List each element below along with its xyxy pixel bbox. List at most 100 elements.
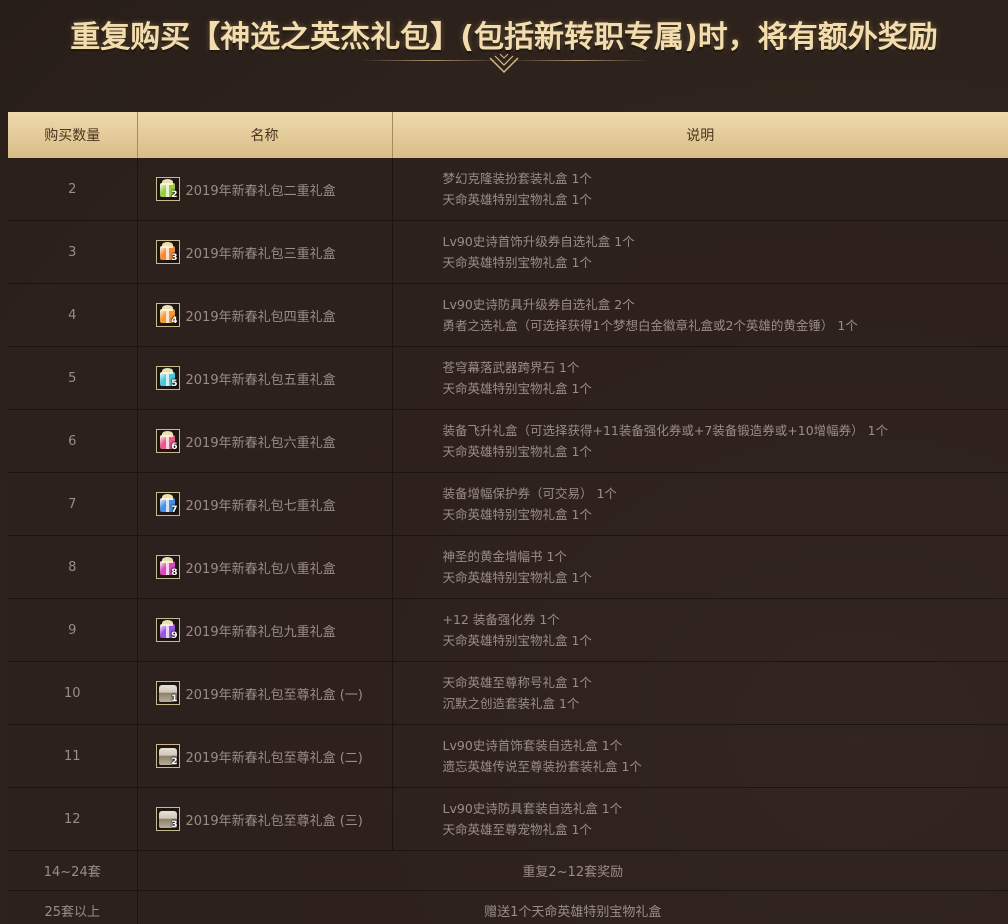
icon-ribbon-shape (165, 372, 169, 386)
column-header-quantity: 购买数量 (8, 112, 138, 158)
column-header-description: 说明 (392, 112, 1008, 158)
icon-ribbon-shape (165, 183, 169, 197)
row-description-content: Lv90史诗首饰升级券自选礼盒 1个 天命英雄特别宝物礼盒 1个 (393, 231, 1008, 273)
row-description-content: 装备飞升礼盒（可选择获得+11装备强化券或+7装备锻造券或+10增幅券） 1个天… (393, 420, 1008, 462)
description-line: 遗忘英雄传说至尊装扮套装礼盒 1个 (442, 759, 642, 774)
column-header-name: 名称 (137, 112, 393, 158)
row-item-name: 2019年新春礼包六重礼盒 (185, 435, 336, 451)
row-description-cell: Lv90史诗首饰套装自选礼盒 1个遗忘英雄传说至尊装扮套装礼盒 1个 (392, 724, 1008, 788)
row-name-cell: 2 2019年新春礼包至尊礼盒 (二) (137, 724, 393, 788)
description-line: +12 装备强化券 1个 (442, 612, 560, 627)
row-description-content: +12 装备强化券 1个天命英雄特别宝物礼盒 1个 (393, 609, 1008, 651)
row-name-content: 2 2019年新春礼包至尊礼盒 (二) (138, 744, 392, 768)
table-row: 8 8 2019年新春礼包八重礼盒 神圣的黄金增幅书 1个 天命英雄特别宝物礼盒 1个 (8, 535, 1008, 599)
description-line: 苍穹幕落武器跨界石 1个 (442, 360, 580, 375)
gift-orange-icon[interactable]: 4 (155, 303, 180, 327)
table-row: 9 9 2019年新春礼包九重礼盒 +12 装备强化券 1个天命英雄特别宝物礼盒 1个 (8, 598, 1008, 662)
row-name-content: 2 2019年新春礼包二重礼盒 (138, 177, 392, 201)
row-description-cell: 装备飞升礼盒（可选择获得+11装备强化券或+7装备锻造券或+10增幅券） 1个天… (392, 409, 1008, 473)
row-name-cell: 3 2019年新春礼包三重礼盒 (137, 220, 393, 284)
description-line: 天命英雄至尊称号礼盒 1个 (442, 675, 592, 690)
row-name-content: 5 2019年新春礼包五重礼盒 (138, 366, 392, 390)
table-row: 3 3 2019年新春礼包三重礼盒 Lv90史诗首饰升级券自选礼盒 1个 天命英雄特别宝… (8, 220, 1008, 284)
gift-pink-icon[interactable]: 6 (155, 429, 180, 453)
row-item-name: 2019年新春礼包七重礼盒 (185, 498, 336, 514)
icon-badge-number: 9 (171, 631, 178, 641)
description-line: 天命英雄特别宝物礼盒 1个 (442, 381, 592, 396)
row-name-cell: 2 2019年新春礼包二重礼盒 (137, 158, 393, 221)
description-line: 装备飞升礼盒（可选择获得+11装备强化券或+7装备锻造券或+10增幅券） 1个 (442, 423, 889, 438)
row-description-cell: +12 装备强化券 1个天命英雄特别宝物礼盒 1个 (392, 598, 1008, 662)
row-description-cell: Lv90史诗首饰升级券自选礼盒 1个 天命英雄特别宝物礼盒 1个 (392, 220, 1008, 284)
description-line: 天命英雄特别宝物礼盒 1个 (442, 255, 592, 270)
icon-badge-number: 1 (171, 694, 178, 704)
row-description-content: 天命英雄至尊称号礼盒 1个 沉默之创造套装礼盒 1个 (393, 672, 1008, 714)
row-item-name: 2019年新春礼包八重礼盒 (185, 561, 336, 577)
icon-badge-number: 2 (171, 757, 178, 767)
title-divider-right (505, 60, 650, 61)
row-quantity: 6 (8, 409, 138, 473)
gift-orange-icon[interactable]: 3 (155, 240, 180, 264)
icon-ribbon-shape (165, 624, 169, 638)
row-quantity: 12 (8, 787, 138, 851)
icon-ribbon-shape (165, 246, 169, 260)
summary-description: 重复2~12套奖励 (137, 850, 1008, 891)
row-name-content: 3 2019年新春礼包至尊礼盒 (三) (138, 807, 392, 831)
icon-badge-number: 7 (171, 505, 178, 515)
icon-bow-shape (161, 368, 173, 374)
icon-badge-number: 6 (171, 442, 178, 452)
icon-badge-number: 3 (171, 820, 178, 830)
row-description-cell: 苍穹幕落武器跨界石 1个 天命英雄特别宝物礼盒 1个 (392, 346, 1008, 410)
description-line: 天命英雄特别宝物礼盒 1个 (442, 633, 592, 648)
gift-purple-icon[interactable]: 9 (155, 618, 180, 642)
chest-icon[interactable]: 1 (155, 681, 180, 705)
row-description-content: 神圣的黄金增幅书 1个 天命英雄特别宝物礼盒 1个 (393, 546, 1008, 588)
description-line: 装备增幅保护券（可交易） 1个 (442, 486, 617, 501)
gift-cyan-icon[interactable]: 5 (155, 366, 180, 390)
row-item-name: 2019年新春礼包九重礼盒 (185, 624, 336, 640)
row-name-cell: 8 2019年新春礼包八重礼盒 (137, 535, 393, 599)
description-line: Lv90史诗防具升级券自选礼盒 2个 (442, 297, 635, 312)
row-name-cell: 5 2019年新春礼包五重礼盒 (137, 346, 393, 410)
description-line: Lv90史诗防具套装自选礼盒 1个 (442, 801, 623, 816)
icon-bow-shape (161, 620, 173, 626)
row-description-content: 装备增幅保护券（可交易） 1个 天命英雄特别宝物礼盒 1个 (393, 483, 1008, 525)
row-item-name: 2019年新春礼包四重礼盒 (185, 309, 336, 325)
icon-bow-shape (161, 431, 173, 437)
row-description-cell: 天命英雄至尊称号礼盒 1个 沉默之创造套装礼盒 1个 (392, 661, 1008, 725)
icon-bow-shape (161, 494, 173, 500)
row-quantity: 3 (8, 220, 138, 284)
row-name-cell: 1 2019年新春礼包至尊礼盒 (一) (137, 661, 393, 725)
header-banner: 重复购买【神选之英杰礼包】(包括新转职专属)时，将有额外奖励 (0, 0, 1008, 110)
row-quantity: 10 (8, 661, 138, 725)
table-row: 12 3 2019年新春礼包至尊礼盒 (三) Lv90史诗防具套装自选礼盒 1个 天命英… (8, 787, 1008, 851)
description-line: 天命英雄至尊宠物礼盒 1个 (442, 822, 592, 837)
row-item-name: 2019年新春礼包五重礼盒 (185, 372, 336, 388)
row-quantity: 9 (8, 598, 138, 662)
row-name-cell: 7 2019年新春礼包七重礼盒 (137, 472, 393, 536)
description-line: Lv90史诗首饰套装自选礼盒 1个 (442, 738, 623, 753)
row-quantity: 11 (8, 724, 138, 788)
row-name-content: 7 2019年新春礼包七重礼盒 (138, 492, 392, 516)
row-quantity: 7 (8, 472, 138, 536)
row-quantity: 2 (8, 158, 138, 221)
summary-quantity: 25套以上 (8, 890, 138, 924)
chest-icon[interactable]: 3 (155, 807, 180, 831)
icon-badge-number: 5 (171, 379, 178, 389)
gift-blue-icon[interactable]: 7 (155, 492, 180, 516)
chest-icon[interactable]: 2 (155, 744, 180, 768)
description-line: 天命英雄特别宝物礼盒 1个 (442, 570, 592, 585)
row-description-content: Lv90史诗防具套装自选礼盒 1个 天命英雄至尊宠物礼盒 1个 (393, 798, 1008, 840)
title-divider-left (360, 60, 505, 61)
icon-ribbon-shape (165, 561, 169, 575)
icon-bow-shape (161, 179, 173, 185)
row-name-content: 4 2019年新春礼包四重礼盒 (138, 303, 392, 327)
chevron-ornament-icon (489, 53, 519, 74)
row-name-content: 1 2019年新春礼包至尊礼盒 (一) (138, 681, 392, 705)
description-line: 勇者之选礼盒（可选择获得1个梦想白金徽章礼盒或2个英雄的黄金锤） 1个 (442, 318, 858, 333)
row-item-name: 2019年新春礼包三重礼盒 (185, 246, 336, 262)
gift-magenta-icon[interactable]: 8 (155, 555, 180, 579)
row-name-content: 3 2019年新春礼包三重礼盒 (138, 240, 392, 264)
gift-green-icon[interactable]: 2 (155, 177, 180, 201)
reward-table: 购买数量 名称 说明 2 2 2019年新春礼包二重礼盒 梦幻克隆装扮套装礼盒 1个天… (8, 112, 1008, 924)
